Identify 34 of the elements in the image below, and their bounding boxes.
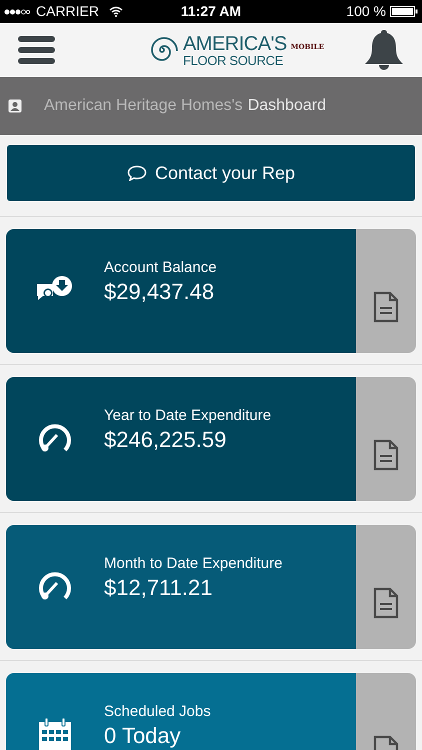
logo-subtitle: FLOOR SOURCE — [182, 54, 284, 66]
battery-icon — [390, 6, 418, 17]
signal-icon — [4, 8, 30, 14]
status-time: 11:27 AM — [180, 2, 242, 21]
report-button[interactable] — [356, 377, 416, 501]
logo-title: AMERICA'S — [182, 34, 287, 54]
card-value: 0 Today — [104, 722, 182, 750]
summary-card[interactable]: Account Balance $29,437.48 — [6, 229, 356, 353]
report-button[interactable] — [356, 229, 416, 353]
speech-bubble-icon — [126, 165, 147, 181]
card-value: $246,225.59 — [104, 426, 228, 454]
summary-card[interactable]: Year to Date Expenditure $246,225.59 — [6, 377, 356, 501]
card-title: Month to Date Expenditure — [104, 554, 282, 574]
card-value: $29,437.48 — [104, 278, 216, 306]
calendar-icon — [37, 717, 73, 750]
card-title: Year to Date Expenditure — [104, 406, 272, 426]
menu-button[interactable] — [18, 35, 55, 65]
document-icon — [373, 439, 399, 471]
battery-percent: 100 % — [346, 2, 386, 21]
summary-card[interactable]: Month to Date Expenditure $12,711.21 — [6, 525, 356, 649]
wifi-icon — [109, 6, 124, 17]
card-value: $12,711.21 — [104, 574, 214, 602]
summary-card[interactable]: Scheduled Jobs 0 Today — [6, 673, 356, 750]
carrier-name: CARRIER — [36, 2, 100, 21]
account-name: American Heritage Homes's — [44, 96, 243, 116]
contact-card-icon — [8, 99, 22, 113]
notification-bell-icon[interactable] — [364, 29, 404, 71]
document-icon — [373, 587, 399, 619]
dashboard-title: Dashboard — [248, 96, 326, 116]
document-icon — [373, 291, 399, 323]
report-button[interactable] — [356, 525, 416, 649]
contact-rep-button[interactable]: Contact your Rep — [7, 145, 415, 201]
card-title: Account Balance — [104, 258, 217, 278]
card-title: Scheduled Jobs — [104, 702, 211, 722]
